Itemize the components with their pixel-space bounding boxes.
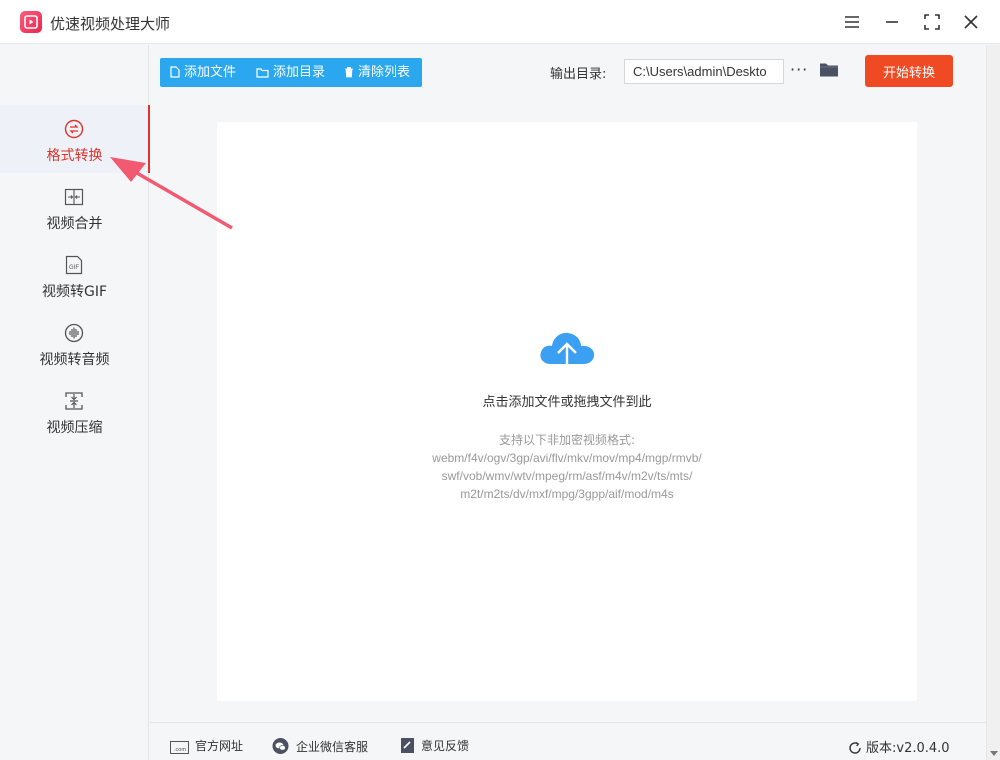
menu-icon[interactable] — [840, 10, 864, 34]
add-file-label: 添加文件 — [184, 65, 237, 80]
browse-more-button[interactable]: ··· — [790, 60, 808, 79]
sidebar-item-video-merge[interactable]: 视频合并 — [0, 173, 149, 241]
trash-icon — [345, 67, 353, 78]
minimize-icon[interactable] — [880, 10, 904, 34]
add-folder-button[interactable]: 添加目录 — [256, 58, 325, 87]
official-website-link[interactable]: .com 官方网址 — [170, 737, 243, 754]
vertical-scrollbar[interactable] — [986, 45, 1000, 760]
formats-title: 支持以下非加密视频格式: — [498, 433, 636, 447]
open-folder-icon[interactable] — [819, 61, 839, 82]
sidebar-item-label: 格式转换 — [46, 148, 103, 164]
file-toolbar: 添加文件 添加目录 清除列表 — [160, 58, 422, 87]
maximize-icon[interactable] — [920, 10, 944, 34]
website-icon: .com — [170, 741, 189, 754]
formats-line: swf/vob/wmv/wtv/mpeg/rm/asf/m4v/m2v/ts/m… — [441, 469, 693, 483]
feedback-label: 意见反馈 — [421, 739, 470, 753]
file-drop-zone[interactable]: 点击添加文件或拖拽文件到此 支持以下非加密视频格式: webm/f4v/ogv/… — [217, 122, 917, 701]
feedback-icon — [401, 738, 414, 753]
sidebar: 格式转换 视频合并 GIF 视频转GIF 视频转音频 视频压缩 — [0, 45, 150, 760]
sidebar-item-format-convert[interactable]: 格式转换 — [0, 105, 150, 173]
svg-text:.com: .com — [174, 747, 186, 753]
version-info[interactable]: 版本:v2.0.4.0 — [848, 737, 950, 756]
sidebar-item-label: 视频转GIF — [41, 284, 108, 300]
wechat-icon — [272, 738, 289, 754]
active-indicator — [148, 105, 150, 173]
sidebar-item-video-gif[interactable]: GIF 视频转GIF — [0, 241, 149, 309]
wechat-support-link[interactable]: 企业微信客服 — [271, 737, 368, 755]
compress-icon — [63, 390, 85, 412]
drop-hint-text: 点击添加文件或拖拽文件到此 — [482, 395, 652, 410]
version-label: 版本:v2.0.4.0 — [866, 741, 950, 756]
title-bar: 优速视频处理大师 — [0, 0, 1000, 44]
file-icon — [170, 66, 180, 78]
footer-bar: .com 官方网址 企业微信客服 意见反馈 版本:v2.0.4.0 — [150, 722, 986, 760]
formats-line: webm/f4v/ogv/3gp/avi/flv/mkv/mov/mp4/mgp… — [432, 451, 702, 465]
merge-icon — [63, 186, 85, 208]
formats-line: m2t/m2ts/dv/mxf/mpg/3gpp/aif/mod/m4s — [460, 487, 674, 501]
supported-formats: 支持以下非加密视频格式: webm/f4v/ogv/3gp/avi/flv/mk… — [217, 431, 917, 503]
clear-list-label: 清除列表 — [358, 65, 411, 80]
app-logo-icon — [20, 11, 42, 33]
wechat-label: 企业微信客服 — [296, 740, 369, 754]
add-folder-label: 添加目录 — [273, 65, 326, 80]
convert-icon — [63, 118, 85, 140]
feedback-link[interactable]: 意见反馈 — [400, 737, 469, 754]
scroll-down-arrow-icon[interactable] — [990, 751, 998, 756]
cloud-upload-icon — [537, 328, 597, 384]
audio-icon — [63, 322, 85, 344]
sidebar-item-label: 视频合并 — [46, 216, 103, 232]
refresh-icon — [849, 741, 861, 754]
close-icon[interactable] — [959, 10, 983, 34]
folder-outline-icon — [256, 68, 269, 78]
app-title: 优速视频处理大师 — [50, 15, 171, 33]
output-path-field[interactable]: C:\Users\admin\Deskto — [624, 59, 784, 84]
sidebar-item-video-audio[interactable]: 视频转音频 — [0, 309, 149, 377]
website-label: 官方网址 — [195, 739, 244, 753]
clear-list-button[interactable]: 清除列表 — [344, 58, 410, 87]
gif-icon: GIF — [63, 254, 85, 276]
svg-text:GIF: GIF — [69, 265, 79, 271]
add-file-button[interactable]: 添加文件 — [170, 58, 236, 87]
sidebar-item-label: 视频转音频 — [39, 352, 110, 368]
sidebar-item-label: 视频压缩 — [46, 420, 103, 436]
start-convert-button[interactable]: 开始转换 — [865, 55, 953, 87]
output-dir-label: 输出目录: — [550, 67, 607, 82]
sidebar-item-video-compress[interactable]: 视频压缩 — [0, 377, 149, 445]
